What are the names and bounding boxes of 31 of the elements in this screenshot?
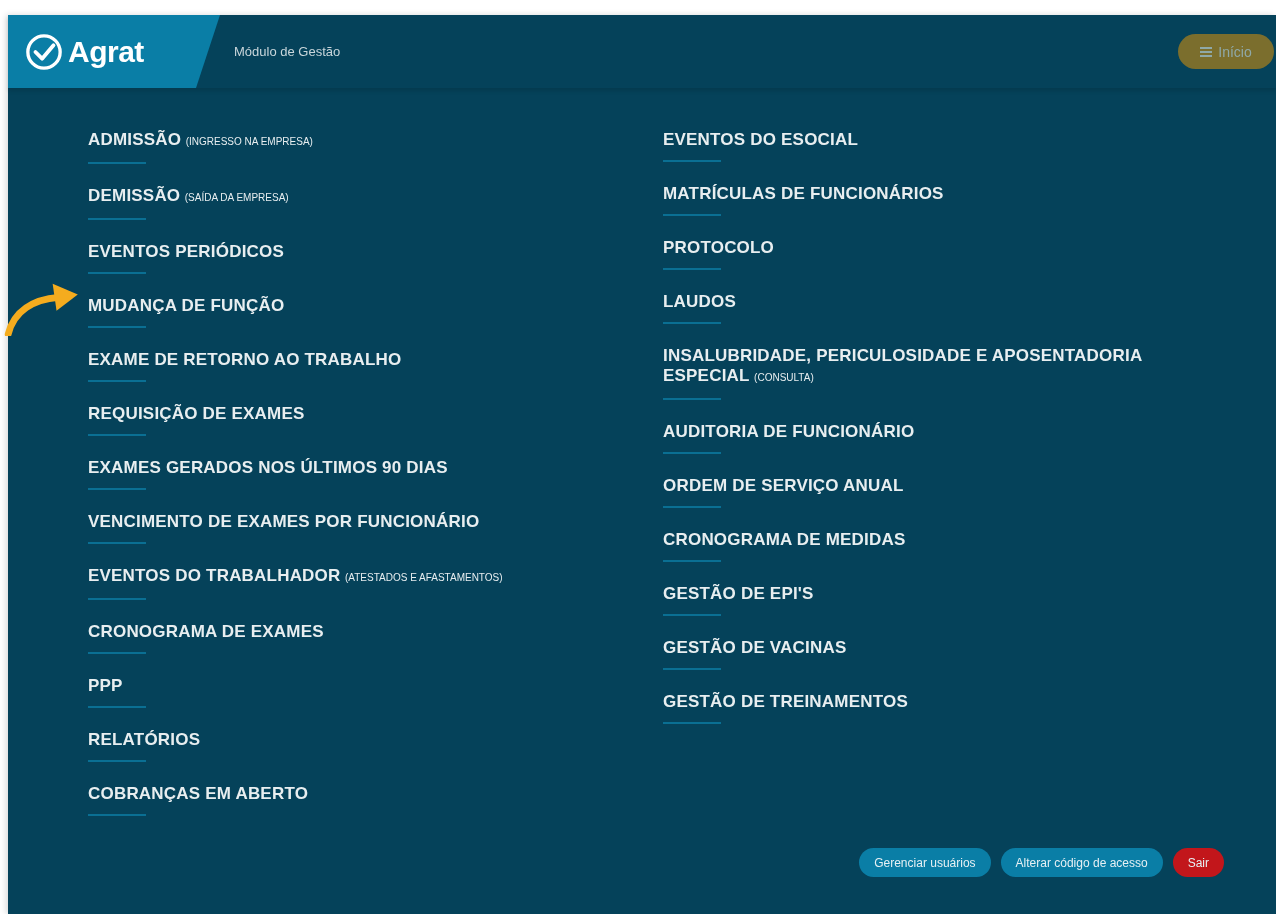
action-button[interactable]: Alterar código de acesso xyxy=(1000,848,1163,877)
menu-link[interactable]: ORDEM DE SERVIÇO ANUAL xyxy=(663,476,1193,496)
action-button[interactable]: Gerenciar usuários xyxy=(859,848,991,877)
logo-text: Agrat xyxy=(68,34,144,69)
menu-link[interactable]: EVENTOS DO TRABALHADOR (ATESTADOS E AFASTAMENTOS) xyxy=(88,566,618,588)
menu-link[interactable]: AUDITORIA DE FUNCIONÁRIO xyxy=(663,422,1193,442)
menu-link[interactable]: PPP xyxy=(88,676,618,696)
menu-link[interactable]: RELATÓRIOS xyxy=(88,730,618,750)
menu-link[interactable]: INSALUBRIDADE, PERICULOSIDADE E APOSENTADORIA ESPECIAL (CONSULTA) xyxy=(663,346,1193,388)
menu-link[interactable]: PROTOCOLO xyxy=(663,238,1193,258)
menu-link[interactable]: MUDANÇA DE FUNÇÃO xyxy=(88,296,618,316)
logout-button[interactable]: Sair xyxy=(1172,848,1224,877)
menu-link[interactable]: LAUDOS xyxy=(663,292,1193,312)
menu-icon xyxy=(1200,46,1213,57)
menu-link[interactable]: ADMISSÃO (INGRESSO NA EMPRESA) xyxy=(88,130,618,152)
menu-link[interactable]: REQUISIÇÃO DE EXAMES xyxy=(88,404,618,424)
menu-link[interactable]: GESTÃO DE TREINAMENTOS xyxy=(663,692,1193,712)
menu-link[interactable]: CRONOGRAMA DE EXAMES xyxy=(88,622,618,642)
menu-link[interactable]: MATRÍCULAS DE FUNCIONÁRIOS xyxy=(663,184,1193,204)
menu-link[interactable]: VENCIMENTO DE EXAMES POR FUNCIONÁRIO xyxy=(88,512,618,532)
menu-link[interactable]: CRONOGRAMA DE MEDIDAS xyxy=(663,530,1193,550)
module-title: Módulo de Gestão xyxy=(234,44,341,59)
menu-link[interactable]: EXAME DE RETORNO AO TRABALHO xyxy=(88,350,618,370)
menu-link[interactable]: COBRANÇAS EM ABERTO xyxy=(88,784,618,804)
menu-link[interactable]: EVENTOS DO ESOCIAL xyxy=(663,130,1193,150)
menu-link[interactable]: GESTÃO DE EPI'S xyxy=(663,584,1193,604)
menu-link[interactable]: DEMISSÃO (SAÍDA DA EMPRESA) xyxy=(88,186,618,208)
menu-link[interactable]: EVENTOS PERIÓDICOS xyxy=(88,242,618,262)
menu-link[interactable]: EXAMES GERADOS NOS ÚLTIMOS 90 DIAS xyxy=(88,458,618,478)
menu-link[interactable]: GESTÃO DE VACINAS xyxy=(663,638,1193,658)
check-circle-icon xyxy=(25,32,63,71)
